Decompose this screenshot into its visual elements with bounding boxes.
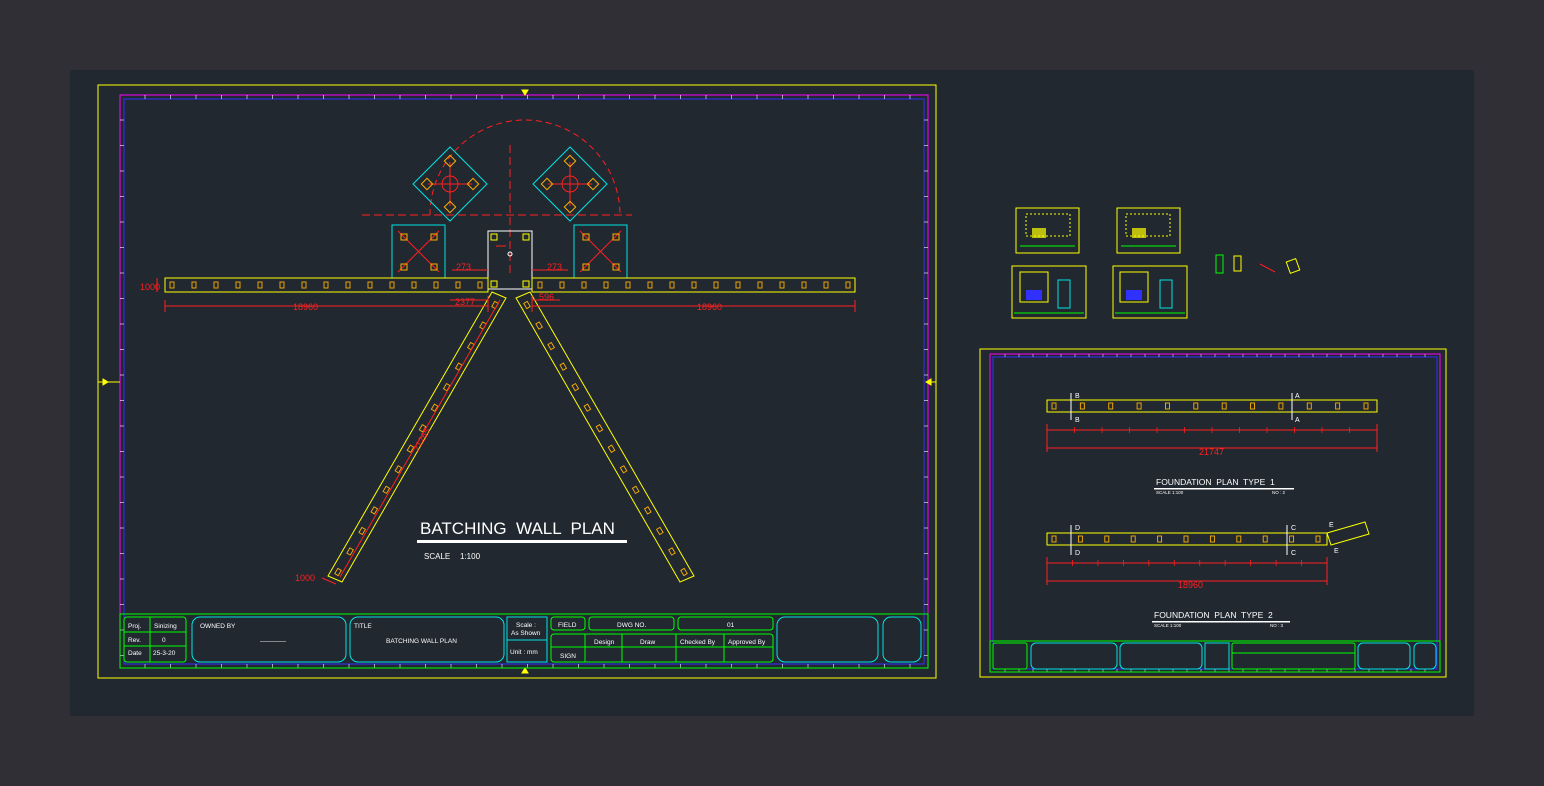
dim-gap-right-top: 273	[547, 262, 562, 272]
plan2-title: FOUNDATION PLAN TYPE 2	[1154, 610, 1273, 620]
plan2-mark-e-bottom: E	[1334, 548, 1339, 555]
drawing-title: BATCHING WALL PLAN	[420, 519, 615, 538]
dim-gap-left-bottom: 2377	[455, 297, 475, 307]
plan2-mark-e-top: E	[1329, 522, 1334, 529]
plan2-total-dim: 18960	[1178, 580, 1203, 590]
tb-approved: Approved By	[728, 639, 766, 646]
plan1-title: FOUNDATION PLAN TYPE 1	[1156, 477, 1275, 487]
tb-dwg-label: DWG NO.	[617, 622, 646, 629]
tb-date-value: 25-3-20	[153, 650, 176, 657]
tb-rev-value: 0	[162, 637, 166, 644]
title-underline	[417, 540, 627, 543]
tb-checked: Checked By	[680, 639, 716, 646]
cad-viewport[interactable]: 1000 18960 18960 273 273 2377 596 21265 …	[0, 0, 1544, 786]
tb-field: FIELD	[558, 622, 577, 629]
tb-rev-label: Rev.	[128, 637, 141, 644]
plan2-mark-d-bottom: D	[1075, 550, 1080, 557]
tb-proj-value: Sinizing	[154, 623, 177, 630]
plan2-mark-c-top: C	[1291, 525, 1296, 532]
dim-gap-right-bottom: 596	[539, 292, 554, 302]
tb-scale-label: Scale :	[516, 622, 536, 629]
plan1-mark-b-bottom: B	[1075, 417, 1080, 424]
plan2-no: NO : 3	[1270, 623, 1284, 628]
plan1-mark-b-top: B	[1075, 393, 1080, 400]
tb-owner-label: OWNED BY	[200, 623, 236, 630]
dim-left-height: 1000	[140, 282, 160, 292]
tb-design: Design	[594, 639, 615, 646]
plan1-total-dim: 21747	[1199, 447, 1224, 457]
tb-proj-label: Proj.	[128, 623, 142, 630]
tb-draw: Draw	[640, 639, 655, 646]
plan1-mark-a-bottom: A	[1295, 417, 1300, 424]
dim-diag-width: 1000	[295, 573, 315, 583]
tb-title-label: TITLE	[354, 623, 372, 630]
tb-scale-value: As Shown	[511, 630, 541, 637]
plan2-mark-c-bottom: C	[1291, 550, 1296, 557]
tb-owner-value: ————	[260, 638, 287, 645]
plan1-no: NO : 2	[1272, 490, 1286, 495]
dim-right-span: 18960	[697, 302, 722, 312]
dim-left-span: 18960	[293, 302, 318, 312]
tb-dwg-value: 01	[727, 622, 735, 629]
scale-label: SCALE	[424, 552, 450, 561]
plan2-scale: SCALE 1:100	[1154, 623, 1182, 628]
plan2-mark-d-top: D	[1075, 525, 1080, 532]
plan1-scale: SCALE 1:100	[1156, 490, 1184, 495]
scale-value: 1:100	[460, 552, 481, 561]
tb-sign: SIGN	[560, 653, 576, 660]
tb-title-value: BATCHING WALL PLAN	[386, 638, 457, 645]
plan1-mark-a-top: A	[1295, 393, 1300, 400]
tb-date-label: Date	[128, 650, 142, 657]
tb-unit-label: Unit : mm	[510, 649, 538, 656]
dim-gap-left-top: 273	[456, 262, 471, 272]
